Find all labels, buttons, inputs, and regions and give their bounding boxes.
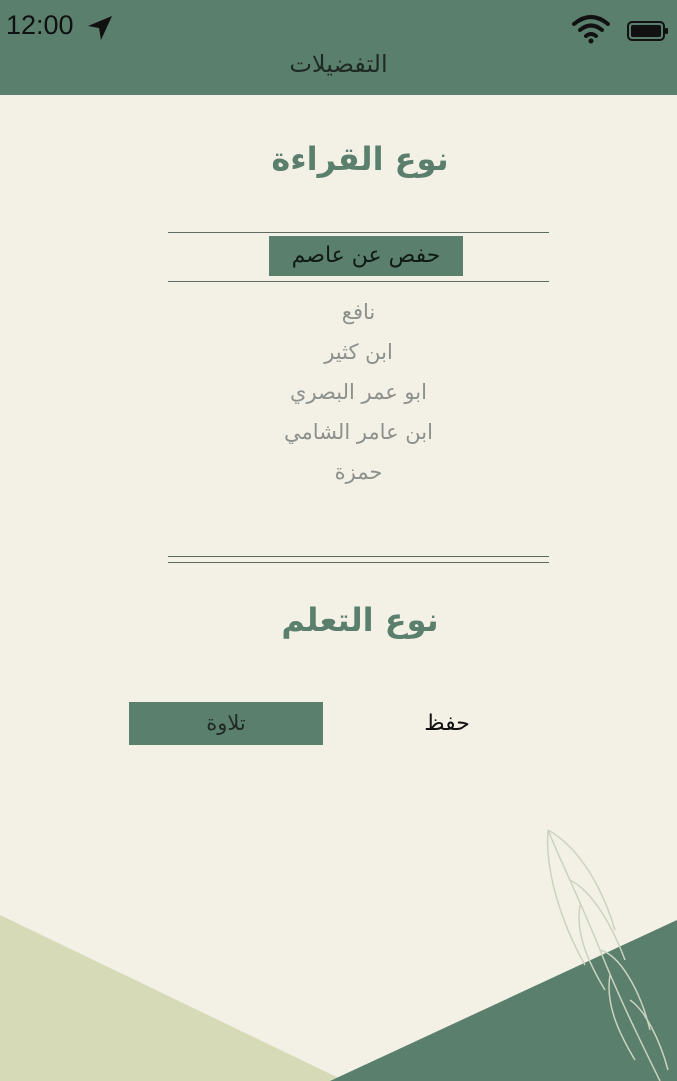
- section-divider-bottom: [168, 562, 549, 563]
- picker-option-ibn-kathir[interactable]: ابن كثير: [168, 332, 549, 372]
- learning-type-title: نوع التعلم: [281, 601, 439, 639]
- wifi-icon: [572, 15, 610, 44]
- dark-green-corner-shape: [330, 920, 677, 1081]
- learning-option-recitation[interactable]: تلاوة: [129, 702, 323, 745]
- picker-selected-item[interactable]: حفص عن عاصم: [269, 236, 463, 276]
- header-bar: 12:00 التفضيلات: [0, 0, 677, 95]
- picker-option-hamza[interactable]: حمزة: [168, 452, 549, 492]
- battery-icon: [627, 21, 668, 41]
- reading-type-picker[interactable]: حفص عن عاصم نافع ابن كثير ابو عمر البصري…: [168, 230, 549, 570]
- feather-icon: [546, 829, 669, 1081]
- picker-top-divider: [168, 232, 549, 233]
- light-green-corner-shape: [0, 915, 345, 1081]
- section-divider-top: [168, 556, 549, 557]
- learning-option-memorization[interactable]: حفظ: [350, 702, 544, 745]
- reading-type-title: نوع القراءة: [271, 140, 449, 178]
- picker-options-list: نافع ابن كثير ابو عمر البصري ابن عامر ال…: [168, 292, 549, 492]
- page-title: التفضيلات: [289, 50, 388, 78]
- picker-option-nafi[interactable]: نافع: [168, 292, 549, 332]
- picker-bottom-divider: [168, 281, 549, 282]
- picker-option-abu-amr[interactable]: ابو عمر البصري: [168, 372, 549, 412]
- location-arrow-icon: [88, 16, 112, 40]
- picker-option-ibn-amir[interactable]: ابن عامر الشامي: [168, 412, 549, 452]
- status-time: 12:00: [6, 10, 74, 40]
